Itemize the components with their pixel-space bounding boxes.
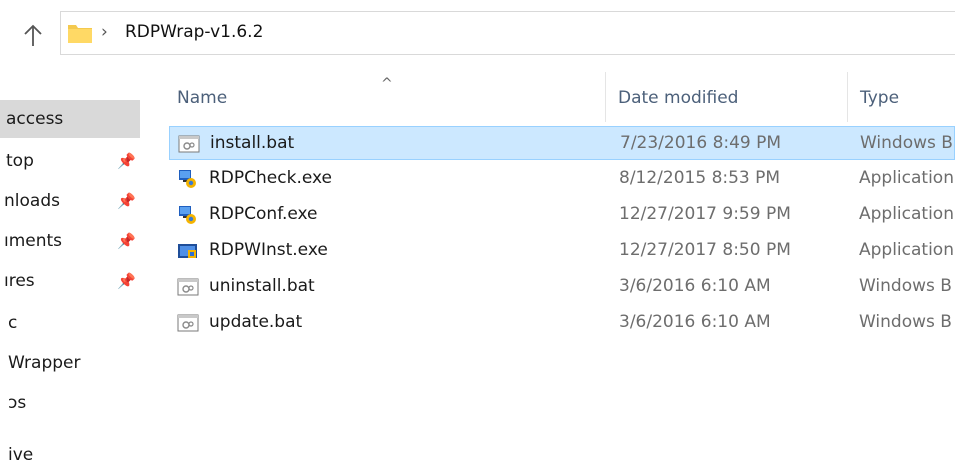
file-date-modified: 8/12/2015 8:53 PM (619, 168, 781, 188)
file-date-modified: 7/23/2016 8:49 PM (620, 133, 782, 153)
nav-item-wrapper[interactable]: Wrapper (0, 344, 140, 382)
nav-item-folder-os[interactable]: ɔs (0, 384, 140, 422)
column-header-date-modified[interactable]: Date modified (606, 72, 846, 122)
nav-item-desktop[interactable]: top 📌 (0, 142, 140, 180)
breadcrumb-current-folder[interactable]: RDPWrap-v1.6.2 (125, 22, 263, 42)
address-bar[interactable]: › RDPWrap-v1.6.2 (60, 11, 955, 55)
file-type: Windows B (859, 312, 952, 332)
chevron-right-icon[interactable]: › (101, 22, 108, 42)
file-row[interactable]: update.bat 3/6/2016 6:10 AM Windows B (169, 306, 955, 340)
file-date-modified: 3/6/2016 6:10 AM (619, 276, 771, 296)
up-arrow-icon[interactable] (23, 22, 43, 48)
file-name: update.bat (209, 312, 303, 332)
file-name: install.bat (210, 133, 295, 153)
file-type: Application (859, 168, 954, 188)
nav-item-quick-access[interactable]: access (0, 100, 140, 138)
nav-item-pictures[interactable]: ıres 📌 (0, 262, 140, 300)
pin-icon: 📌 (117, 152, 136, 170)
nav-item-label: top (6, 151, 34, 171)
address-row: › RDPWrap-v1.6.2 (0, 0, 955, 62)
nav-item-label: ɔs (8, 393, 27, 413)
file-type: Application (859, 204, 954, 224)
file-date-modified: 12/27/2017 8:50 PM (619, 240, 791, 260)
nav-item-label: nloads (4, 191, 60, 211)
file-name: RDPWInst.exe (209, 240, 328, 260)
batch-file-icon (178, 135, 200, 153)
nav-item-label: Wrapper (8, 353, 81, 373)
file-row[interactable]: RDPWInst.exe 12/27/2017 8:50 PM Applicat… (169, 234, 955, 268)
nav-item-label: ıres (4, 271, 35, 291)
file-row[interactable]: uninstall.bat 3/6/2016 6:10 AM Windows B (169, 270, 955, 304)
pin-icon: 📌 (117, 272, 136, 290)
column-header-date-label: Date modified (618, 88, 739, 108)
file-type: Windows B (860, 133, 953, 153)
pin-icon: 📌 (117, 232, 136, 250)
file-date-modified: 12/27/2017 9:59 PM (619, 204, 791, 224)
file-row[interactable]: install.bat 7/23/2016 8:49 PM Windows B (169, 126, 955, 160)
file-type: Application (859, 240, 954, 260)
file-name: RDPConf.exe (209, 204, 318, 224)
file-row[interactable]: RDPConf.exe 12/27/2017 9:59 PM Applicati… (169, 198, 955, 232)
nav-item-label: ıments (4, 231, 63, 251)
pin-icon: 📌 (117, 192, 136, 210)
column-header-type-label: Type (860, 88, 900, 108)
nav-item-label: c (8, 313, 18, 333)
column-header-name[interactable]: ^ Name (165, 72, 605, 122)
installer-exe-icon (178, 244, 197, 258)
file-name: uninstall.bat (209, 276, 315, 296)
batch-file-icon (177, 278, 199, 296)
navigation-pane: access top 📌 nloads 📌 ıments 📌 ıres 📌 c … (0, 62, 142, 464)
file-date-modified: 3/6/2016 6:10 AM (619, 312, 771, 332)
nav-item-label: access (6, 109, 64, 129)
nav-item-label: ive (8, 445, 34, 464)
column-header-name-label: Name (177, 88, 228, 108)
nav-item-drive[interactable]: ive (0, 436, 140, 464)
file-row[interactable]: RDPCheck.exe 8/12/2015 8:53 PM Applicati… (169, 162, 955, 196)
batch-file-icon (177, 314, 199, 332)
sort-ascending-icon: ^ (381, 76, 393, 92)
file-name: RDPCheck.exe (209, 168, 333, 188)
rdp-exe-icon (179, 170, 196, 188)
nav-item-documents[interactable]: ıments 📌 (0, 222, 140, 260)
nav-item-folder-c[interactable]: c (0, 304, 140, 342)
file-type: Windows B (859, 276, 952, 296)
file-list: install.bat 7/23/2016 8:49 PM Windows B … (165, 124, 955, 464)
rdp-exe-icon (179, 206, 196, 224)
nav-item-downloads[interactable]: nloads 📌 (0, 182, 140, 220)
folder-icon (68, 25, 92, 43)
column-headers: ^ Name Date modified Type (165, 72, 955, 122)
column-header-type[interactable]: Type (848, 72, 955, 122)
